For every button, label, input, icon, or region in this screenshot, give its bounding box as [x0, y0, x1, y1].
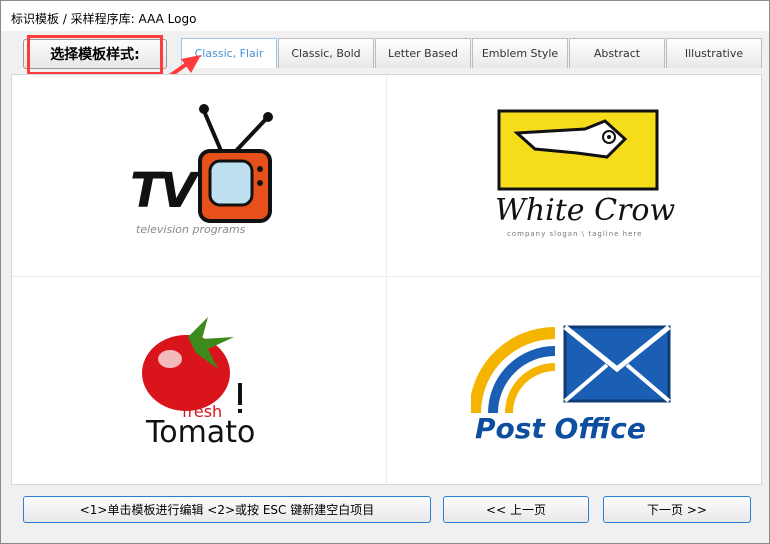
tab-letter-based[interactable]: Letter Based [375, 38, 471, 68]
next-page-button[interactable]: 下一页 >> [603, 496, 751, 523]
tv-logo-title: TV [130, 163, 197, 219]
crow-logo-subtitle: company slogan \ tagline here [507, 230, 643, 238]
window-title: 标识模板 / 采样程序库: AAA Logo [11, 12, 197, 26]
template-tile-tomato[interactable]: fresh Tomato [12, 277, 387, 484]
edit-template-button[interactable]: <1>单击模板进行编辑 <2>或按 ESC 键新建空白项目 [23, 496, 431, 523]
post-office-logo-icon [471, 325, 671, 414]
tab-abstract[interactable]: Abstract [569, 38, 665, 68]
tab-classic-bold[interactable]: Classic, Bold [278, 38, 374, 68]
tomato-logo-icon [142, 317, 242, 413]
tv-logo-icon [198, 104, 273, 223]
tomato-logo-title: Tomato [146, 415, 256, 450]
bottom-toolbar: <1>单击模板进行编辑 <2>或按 ESC 键新建空白项目 << 上一页 下一页… [11, 491, 761, 531]
style-tab-strip: Classic, Flair Classic, Bold Letter Base… [181, 38, 763, 70]
template-tile-white-crow[interactable]: White Crow company slogan \ tagline here [387, 75, 761, 277]
app-window: 标识模板 / 采样程序库: AAA Logo 选择模板样式: Classic, … [0, 0, 770, 544]
tab-illustrative[interactable]: Illustrative [666, 38, 762, 68]
post-office-logo-title: Post Office [475, 412, 646, 445]
template-tile-tv[interactable]: TV television programs [12, 75, 387, 277]
template-gallery: TV television programs White Crow compan… [11, 74, 762, 485]
crow-logo-title: White Crow [495, 193, 676, 228]
tab-emblem-style[interactable]: Emblem Style [472, 38, 568, 68]
tv-logo-subtitle: television programs [136, 223, 246, 236]
template-tile-post-office[interactable]: Post Office [387, 277, 761, 484]
crow-logo-icon [497, 109, 659, 191]
prev-page-button[interactable]: << 上一页 [443, 496, 589, 523]
title-bar: 标识模板 / 采样程序库: AAA Logo [1, 1, 769, 31]
